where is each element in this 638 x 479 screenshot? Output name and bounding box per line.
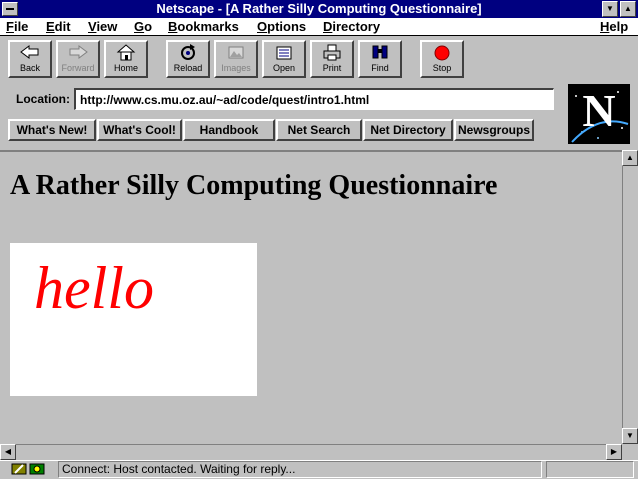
net-directory-button[interactable]: Net Directory: [363, 119, 453, 141]
scroll-up-arrow-icon[interactable]: ▲: [622, 150, 638, 166]
stop-button[interactable]: Stop: [420, 40, 464, 78]
menu-options[interactable]: Options: [257, 18, 306, 35]
menu-directory[interactable]: Directory: [323, 18, 380, 35]
images-label: Images: [221, 63, 251, 73]
find-binoculars-icon: [360, 43, 400, 63]
stop-icon: [422, 43, 462, 63]
reload-label: Reload: [173, 63, 203, 73]
back-label: Back: [19, 63, 40, 73]
forward-button[interactable]: Forward: [56, 40, 100, 78]
scroll-down-arrow-icon[interactable]: ▼: [622, 428, 638, 444]
home-icon: [106, 43, 146, 63]
location-label: Location:: [16, 92, 70, 106]
home-label: Home: [113, 63, 138, 73]
minimize-button[interactable]: ▼: [602, 1, 618, 17]
menu-view[interactable]: View: [88, 18, 117, 35]
newsgroups-button[interactable]: Newsgroups: [454, 119, 534, 141]
images-icon: [216, 43, 256, 63]
reload-button[interactable]: Reload: [166, 40, 210, 78]
net-search-button[interactable]: Net Search: [276, 119, 362, 141]
find-button[interactable]: Find: [358, 40, 402, 78]
menu-bookmarks[interactable]: Bookmarks: [168, 18, 239, 35]
menu-file[interactable]: File: [6, 18, 28, 35]
window-title: Netscape - [A Rather Silly Computing Que…: [156, 1, 482, 16]
forward-label: Forward: [61, 63, 95, 73]
vertical-scrollbar[interactable]: [622, 150, 638, 444]
home-button[interactable]: Home: [104, 40, 148, 78]
images-button[interactable]: Images: [214, 40, 258, 78]
forward-arrow-icon: [58, 43, 98, 63]
open-icon: [264, 43, 304, 63]
location-url-field[interactable]: http://www.cs.mu.oz.au/~ad/code/quest/in…: [74, 88, 554, 110]
menu-go[interactable]: Go: [134, 18, 152, 35]
back-arrow-icon: [10, 43, 50, 63]
scrollbar-corner: [622, 444, 638, 460]
security-key-icon: [10, 462, 46, 476]
netscape-logo-letter: N: [582, 85, 616, 136]
back-button[interactable]: Back: [8, 40, 52, 78]
handbook-button[interactable]: Handbook: [183, 119, 275, 141]
find-label: Find: [371, 63, 389, 73]
progress-field: [546, 461, 634, 478]
page-heading: A Rather Silly Computing Questionnaire: [10, 170, 498, 201]
print-button[interactable]: Print: [310, 40, 354, 78]
open-label: Open: [272, 63, 296, 73]
reload-icon: [168, 43, 208, 63]
scroll-left-arrow-icon[interactable]: ◀: [0, 444, 16, 460]
whats-new-button[interactable]: What's New!: [8, 119, 96, 141]
print-icon: [312, 43, 352, 63]
scroll-right-arrow-icon[interactable]: ▶: [606, 444, 622, 460]
open-button[interactable]: Open: [262, 40, 306, 78]
horizontal-scrollbar[interactable]: [0, 444, 622, 460]
print-label: Print: [322, 63, 342, 73]
maximize-button[interactable]: ▲: [620, 1, 636, 17]
hello-image-text: hello: [34, 255, 154, 321]
menu-help[interactable]: Help: [600, 18, 628, 35]
stop-label: Stop: [432, 63, 452, 73]
menu-edit[interactable]: Edit: [46, 18, 71, 35]
status-text: Connect: Host contacted. Waiting for rep…: [62, 462, 296, 476]
whats-cool-button[interactable]: What's Cool!: [97, 119, 182, 141]
